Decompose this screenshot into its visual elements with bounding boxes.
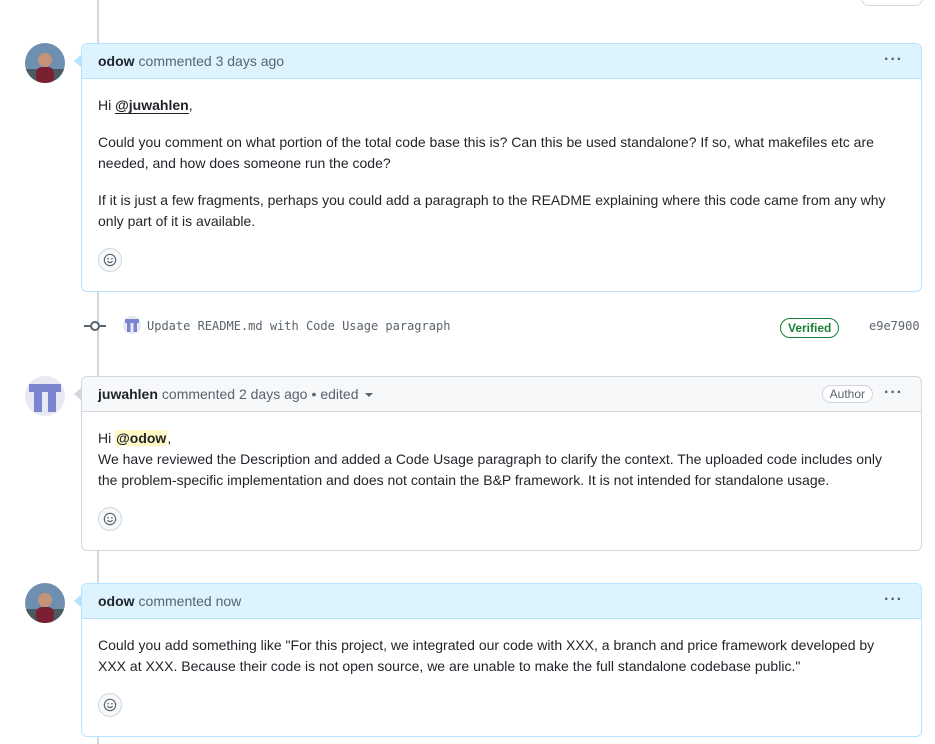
git-commit-icon — [84, 321, 106, 331]
odow-avatar-image — [25, 583, 65, 623]
avatar[interactable] — [25, 43, 65, 83]
odow-avatar-image — [25, 43, 65, 83]
comment-body: Hi @odow, We have reviewed the Descriptio… — [82, 412, 921, 531]
comment-body: Could you add something like "For this p… — [82, 619, 921, 717]
edited-label: edited — [320, 386, 359, 402]
comment-paragraph: Could you add something like "For this p… — [98, 637, 875, 674]
comment-timestamp[interactable]: commented 3 days ago — [139, 53, 285, 69]
comment-text: We have reviewed the Description and add… — [98, 451, 882, 488]
author-badge: Author — [821, 385, 873, 403]
smiley-icon — [103, 698, 117, 712]
comment-body: Hi @juwahlen, Could you comment on what … — [82, 79, 921, 272]
previous-item-remnant — [81, 0, 923, 6]
edited-dropdown[interactable]: edited — [320, 386, 373, 402]
greeting: Hi @juwahlen, — [98, 95, 905, 116]
kebab-icon[interactable]: ··· — [884, 52, 903, 68]
greeting-punct: , — [167, 430, 172, 446]
comment-timestamp[interactable]: commented 2 days ago — [162, 386, 308, 402]
comment-header: odow commented now ··· — [74, 584, 921, 619]
avatar[interactable] — [25, 376, 65, 416]
kebab-icon[interactable]: ··· — [884, 385, 903, 401]
comment-paragraph: Could you comment on what portion of the… — [98, 134, 874, 171]
separator-dot: • — [311, 386, 317, 402]
previous-badge — [861, 0, 923, 6]
add-reaction-button[interactable] — [98, 507, 122, 531]
user-mention[interactable]: @juwahlen — [115, 97, 189, 114]
commit-message-link[interactable]: Update README.md with Code Usage paragra… — [147, 319, 450, 333]
smiley-icon — [103, 253, 117, 267]
greeting-punct: , — [188, 97, 193, 113]
smiley-icon — [103, 512, 117, 526]
comment-timestamp[interactable]: commented now — [139, 593, 242, 609]
comment-paragraph: Hi @odow, We have reviewed the Descriptio… — [98, 428, 905, 491]
comment-paragraph: If it is just a few fragments, perhaps y… — [98, 192, 886, 229]
add-reaction-button[interactable] — [98, 693, 122, 717]
triangle-down-icon — [364, 393, 373, 398]
comment-author[interactable]: juwahlen — [98, 386, 158, 402]
add-reaction-button[interactable] — [98, 248, 122, 272]
comment-author[interactable]: odow — [98, 593, 135, 609]
juwahlen-avatar-image — [25, 376, 65, 416]
comment-header: juwahlen commented 2 days ago • edited A… — [74, 377, 921, 412]
user-mention[interactable]: @odow — [115, 430, 168, 446]
commit-sha-link[interactable]: e9e7900 — [869, 319, 920, 333]
comment-header: odow commented 3 days ago ··· — [74, 44, 921, 79]
comment: juwahlen commented 2 days ago • edited A… — [74, 376, 922, 551]
avatar[interactable] — [25, 583, 65, 623]
commit-event: Update README.md with Code Usage paragra… — [81, 315, 921, 341]
comment: odow commented now ··· Could you add som… — [74, 583, 922, 737]
greeting-text: Hi — [98, 430, 116, 446]
greeting-text: Hi — [98, 97, 116, 113]
juwahlen-avatar-image — [123, 316, 141, 334]
kebab-icon[interactable]: ··· — [884, 592, 903, 608]
comment-author[interactable]: odow — [98, 53, 135, 69]
verified-badge[interactable]: Verified — [780, 318, 840, 338]
comment: odow commented 3 days ago ··· Hi @juwahl… — [74, 43, 922, 292]
commit-author-avatar[interactable] — [123, 316, 141, 334]
